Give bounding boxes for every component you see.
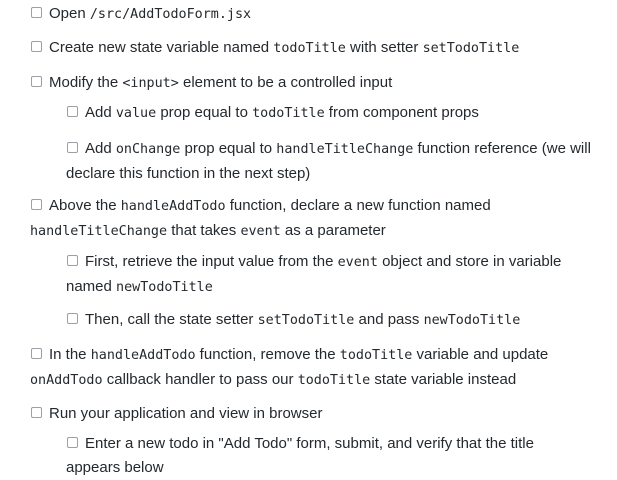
task-text: In the handleAddTodo function, remove th… [30,343,590,393]
task-text-segment: with setter [345,39,423,56]
task-text-segment: Add [85,140,116,157]
inline-code: setTodoTitle [257,313,355,328]
inline-code: event [240,224,281,239]
task-text-segment: prop equal to [180,140,277,157]
task-checkbox[interactable] [67,437,78,448]
task-text: Enter a new todo in "Add Todo" form, sub… [66,432,586,480]
task-text: Add onChange prop equal to handleTitleCh… [66,137,611,186]
inline-code: handleTitleChange [30,224,168,239]
task-text-segment: Add [85,104,116,121]
inline-code: /src/AddTodoForm.jsx [89,7,252,22]
task-checkbox[interactable] [67,255,78,266]
inline-code: <input> [122,76,179,91]
task-text: Add value prop equal to todoTitle from c… [66,101,606,126]
task-text: First, retrieve the input value from the… [66,250,606,300]
task-text-segment: Run your application and view in browser [49,405,323,422]
task-text-segment: function, remove the [195,346,340,363]
task-checkbox[interactable] [67,142,78,153]
task-text: Above the handleAddTodo function, declar… [30,194,570,244]
task-item: Run your application and view in browser [30,402,610,426]
inline-code: value [115,106,157,121]
task-text-segment: and pass [354,311,424,328]
task-list: Open /src/AddTodoForm.jsx Create new sta… [0,0,617,477]
inline-code: handleAddTodo [120,199,226,214]
task-checkbox[interactable] [31,199,42,210]
task-text-segment: First, retrieve the input value from the [85,253,338,270]
task-checkbox[interactable] [31,348,42,359]
task-checkbox[interactable] [31,407,42,418]
inline-code: newTodoTitle [116,280,213,295]
task-checkbox[interactable] [31,41,42,52]
task-text-segment: Enter a new todo in "Add Todo" form, sub… [66,435,534,476]
task-item: Above the handleAddTodo function, declar… [30,194,570,244]
task-subitem: First, retrieve the input value from the… [66,250,606,300]
task-item: Open /src/AddTodoForm.jsx [30,2,610,27]
inline-code: todoTitle [339,348,413,363]
task-subitem: Enter a new todo in "Add Todo" form, sub… [66,432,586,480]
task-text-segment: Open [49,5,90,22]
task-checkbox[interactable] [31,76,42,87]
inline-code: todoTitle [297,373,371,388]
task-text-segment: In the [49,346,91,363]
task-subitem: Add value prop equal to todoTitle from c… [66,101,606,126]
inline-code: setTodoTitle [422,41,520,56]
inline-code: event [337,255,378,270]
task-text-segment: Then, call the state setter [85,311,258,328]
task-text-segment: prop equal to [156,104,253,121]
task-text-segment: as a parameter [280,222,386,239]
task-checkbox[interactable] [31,7,42,18]
task-text-segment: from component props [324,104,479,121]
task-text: Then, call the state setter setTodoTitle… [66,308,606,333]
task-text: Create new state variable named todoTitl… [30,36,610,61]
task-item: In the handleAddTodo function, remove th… [30,343,590,393]
inline-code: todoTitle [273,41,346,56]
task-item: Create new state variable named todoTitl… [30,36,610,61]
task-text-segment: callback handler to pass our [102,371,298,388]
task-subitem: Then, call the state setter setTodoTitle… [66,308,606,333]
task-text-segment: that takes [167,222,241,239]
inline-code: todoTitle [252,106,325,121]
task-text-segment: function, declare a new function named [225,197,491,214]
inline-code: handleAddTodo [90,348,196,363]
task-text-segment: variable and update [412,346,549,363]
inline-code: onChange [115,142,181,157]
task-text-segment: Modify the [49,74,123,91]
inline-code: handleTitleChange [276,142,414,157]
task-text: Modify the <input> element to be a contr… [30,71,610,96]
task-text: Run your application and view in browser [30,402,610,426]
task-text-segment: element to be a controlled input [178,74,393,91]
inline-code: newTodoTitle [423,313,521,328]
task-text-segment: Above the [49,197,121,214]
task-checkbox[interactable] [67,313,78,324]
task-text-segment: Create new state variable named [49,39,274,56]
task-item: Modify the <input> element to be a contr… [30,71,610,96]
task-text-segment: state variable instead [370,371,517,388]
task-checkbox[interactable] [67,106,78,117]
inline-code: onAddTodo [30,373,103,388]
task-text: Open /src/AddTodoForm.jsx [30,2,610,27]
task-subitem: Add onChange prop equal to handleTitleCh… [66,137,611,186]
